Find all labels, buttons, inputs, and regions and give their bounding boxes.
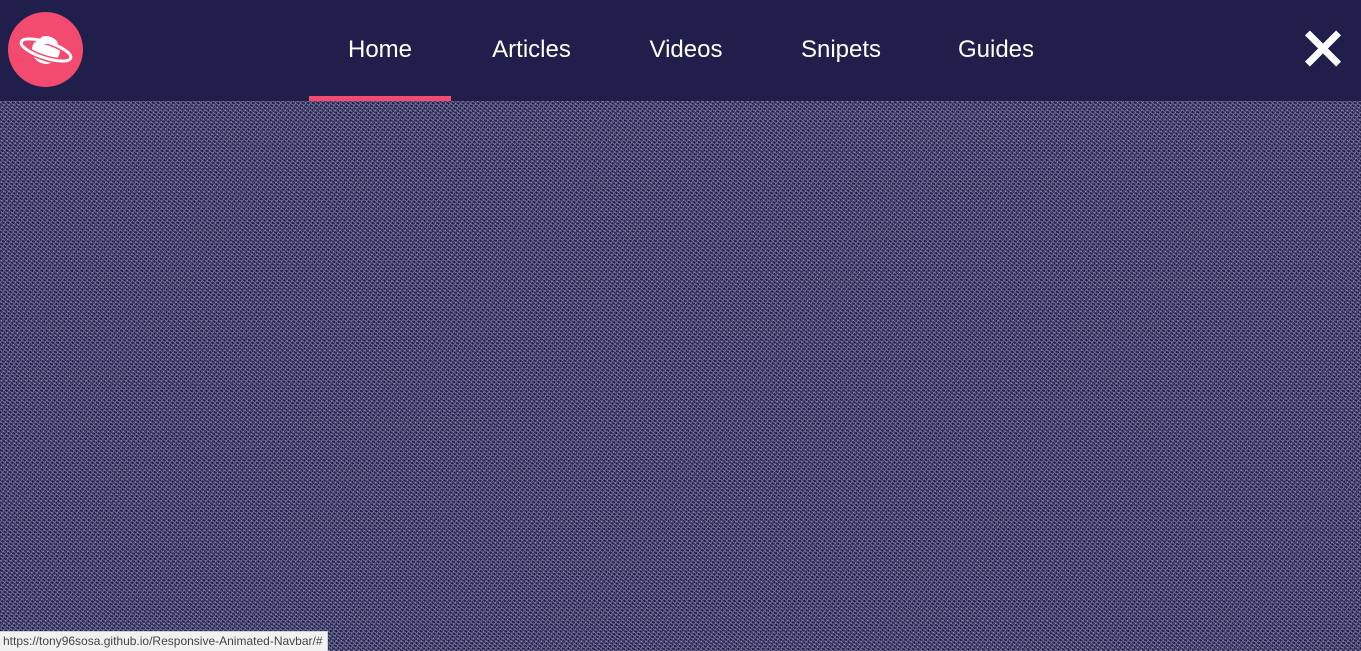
navbar: Home Articles Videos Snipets Guides xyxy=(0,0,1361,101)
nav-item-label: Guides xyxy=(957,35,1035,63)
close-icon[interactable] xyxy=(1300,26,1346,72)
nav-item-label: Articles xyxy=(492,35,571,63)
nav-item-articles[interactable]: Articles xyxy=(451,0,612,101)
nav-item-videos[interactable]: Videos xyxy=(612,0,760,101)
nav-item-snipets[interactable]: Snipets xyxy=(760,0,922,101)
nav-item-home[interactable]: Home xyxy=(309,0,451,101)
noise-background xyxy=(0,101,1361,651)
nav-item-label: Videos xyxy=(649,35,723,63)
nav-menu: Home Articles Videos Snipets Guides xyxy=(309,0,1070,101)
nav-item-guides[interactable]: Guides xyxy=(922,0,1070,101)
status-bar-url: https://tony96sosa.github.io/Responsive-… xyxy=(0,631,328,651)
logo[interactable] xyxy=(8,12,83,87)
nav-item-label: Home xyxy=(347,35,413,63)
planet-icon xyxy=(17,35,74,64)
nav-item-label: Snipets xyxy=(800,35,882,63)
